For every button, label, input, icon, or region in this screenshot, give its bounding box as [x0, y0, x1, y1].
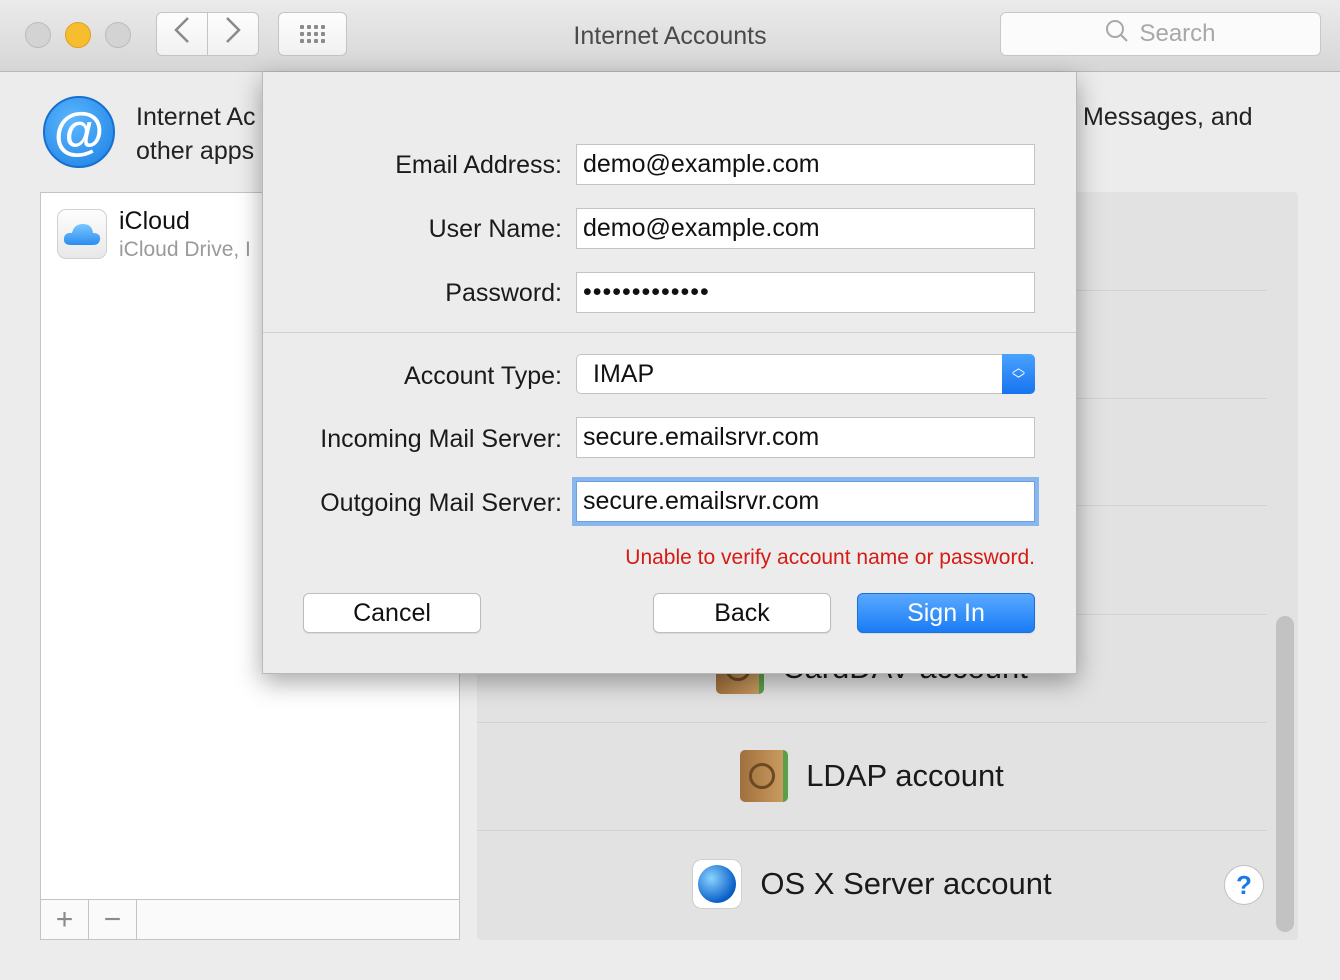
email-field[interactable]: demo@example.com	[576, 144, 1035, 185]
username-field[interactable]: demo@example.com	[576, 208, 1035, 249]
contacts-book-icon	[740, 749, 789, 802]
account-type-value: IMAP	[593, 360, 655, 388]
icloud-icon	[57, 209, 107, 259]
header-line-1: Internet Ac	[136, 103, 256, 131]
incoming-server-field[interactable]: secure.emailsrvr.com	[576, 417, 1035, 458]
search-field[interactable]: Search	[1000, 12, 1321, 56]
account-name: iCloud	[119, 207, 190, 235]
help-button[interactable]: ?	[1224, 865, 1264, 905]
provider-label: OS X Server account	[760, 865, 1052, 901]
add-account-sheet: Email Address: demo@example.com User Nam…	[262, 72, 1077, 674]
sign-in-button[interactable]: Sign In	[857, 593, 1035, 633]
list-footer: + −	[41, 899, 459, 939]
provider-label: LDAP account	[806, 757, 1004, 793]
account-subtitle: iCloud Drive, I	[119, 238, 251, 261]
password-label: Password:	[445, 279, 562, 307]
at-sign-icon: @	[43, 96, 115, 168]
email-label: Email Address:	[395, 151, 562, 179]
cancel-button[interactable]: Cancel	[303, 593, 481, 633]
remove-account-button[interactable]: −	[89, 900, 137, 939]
search-placeholder: Search	[1139, 20, 1216, 47]
add-account-button[interactable]: +	[41, 900, 89, 939]
globe-icon	[692, 858, 743, 909]
separator	[263, 332, 1076, 333]
provider-row-ldap[interactable]: LDAP account	[477, 722, 1267, 828]
error-message: Unable to verify account name or passwor…	[625, 546, 1035, 569]
outgoing-server-field[interactable]: secure.emailsrvr.com	[576, 481, 1035, 522]
password-field[interactable]: •••••••••••••	[576, 272, 1035, 313]
username-label: User Name:	[428, 215, 562, 243]
header-description: Internet Ac other apps	[136, 100, 256, 168]
incoming-server-label: Incoming Mail Server:	[320, 425, 562, 453]
title-bar: Internet Accounts Search	[0, 0, 1340, 72]
provider-scrollbar[interactable]	[1276, 616, 1294, 932]
account-type-select[interactable]: IMAP ︿ ﹀	[576, 354, 1035, 394]
header-description-right: Messages, and	[1083, 103, 1253, 131]
outgoing-server-label: Outgoing Mail Server:	[320, 489, 562, 517]
provider-row-osx-server[interactable]: OS X Server account	[477, 830, 1267, 936]
back-button[interactable]: Back	[653, 593, 831, 633]
header-line-2: other apps	[136, 137, 255, 165]
updown-chevron-icon: ︿ ﹀	[1002, 354, 1035, 394]
account-type-label: Account Type:	[404, 362, 562, 390]
search-icon	[1105, 19, 1129, 50]
